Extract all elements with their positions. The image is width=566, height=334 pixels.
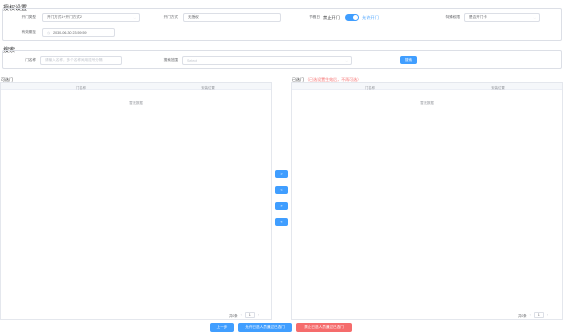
holiday-off-text: 禁止开门: [323, 14, 340, 20]
pagination: 共0条 ‹ 1 ›: [229, 312, 259, 318]
chevron-down-icon: ⌵: [133, 16, 136, 20]
prev-step-button[interactable]: 上一步: [210, 323, 234, 332]
chevron-down-icon: ⌵: [345, 59, 348, 63]
calendar-icon: ◷: [47, 30, 51, 35]
door-name-placeholder: 请输入名称，多个名称间用逗号分隔: [45, 58, 103, 62]
search-range-select[interactable]: Select ⌵: [182, 56, 352, 65]
prev-page-icon[interactable]: ‹: [241, 313, 242, 317]
add-all-button[interactable]: »: [275, 202, 288, 210]
add-selected-button[interactable]: >: [275, 170, 288, 178]
holiday-label: 节假日: [309, 15, 320, 19]
col-install-location: 安装位置: [201, 85, 215, 90]
door-name-label: 门名称: [25, 58, 36, 62]
expire-date-value: 2030-06-30 23:59:59: [53, 30, 87, 35]
search-range-label: 搜索范围: [163, 58, 178, 62]
remove-selected-button[interactable]: <: [275, 186, 288, 194]
selected-doors-header: 门名称 安装位置: [292, 83, 562, 90]
door-method-select[interactable]: 无授权: [183, 13, 281, 22]
col-install-location: 安装位置: [491, 85, 505, 90]
expire-date-input[interactable]: ◷ 2030-06-30 23:59:59: [42, 28, 115, 37]
holiday-on-text: 允许开门: [362, 14, 379, 20]
available-doors-header: 门名称 安装位置: [1, 83, 271, 90]
remove-all-button[interactable]: «: [275, 218, 288, 226]
special-permission-value: 是否开门卡: [469, 15, 487, 19]
col-door-name: 门名称: [364, 85, 376, 90]
door-method-value: 无授权: [188, 15, 199, 19]
search-button[interactable]: 搜索: [400, 56, 417, 64]
door-method-label: 开门方式: [163, 15, 178, 19]
empty-text: 暂无数据: [420, 101, 434, 105]
search-range-placeholder: Select: [187, 58, 197, 63]
prev-page-icon[interactable]: ‹: [530, 313, 531, 317]
deny-access-button[interactable]: 禁止已选人员通过已选门: [296, 323, 352, 332]
door-name-input[interactable]: 请输入名称，多个名称间用逗号分隔: [40, 56, 122, 65]
door-type-label: 开门类型: [21, 15, 36, 19]
next-page-icon[interactable]: ›: [547, 313, 548, 317]
total-count: 共0条: [229, 313, 238, 318]
available-doors-panel: 门名称 安装位置 暂无数据 共0条 ‹ 1 ›: [0, 82, 272, 320]
holiday-toggle[interactable]: [345, 14, 359, 21]
door-type-value: 开门方式1+开门方式2: [47, 15, 82, 19]
total-count: 共0条: [518, 313, 527, 318]
grant-access-button[interactable]: 允许已选人员通过已选门: [238, 323, 292, 332]
selected-doors-panel: 门名称 安装位置 暂无数据 共0条 ‹ 1 ›: [291, 82, 563, 320]
expire-label: 有效期至: [21, 30, 36, 34]
page-number[interactable]: 1: [533, 312, 544, 318]
special-permission-label: 特殊权限: [445, 15, 460, 19]
door-type-select[interactable]: 开门方式1+开门方式2 ⌵: [42, 13, 140, 22]
col-door-name: 门名称: [75, 85, 87, 90]
page-number[interactable]: 1: [244, 312, 255, 318]
next-page-icon[interactable]: ›: [258, 313, 259, 317]
special-permission-select[interactable]: 是否开门卡 ⌵: [464, 13, 540, 22]
pagination: 共0条 ‹ 1 ›: [518, 312, 548, 318]
empty-text: 暂无数据: [129, 101, 143, 105]
chevron-down-icon: ⌵: [533, 16, 536, 20]
